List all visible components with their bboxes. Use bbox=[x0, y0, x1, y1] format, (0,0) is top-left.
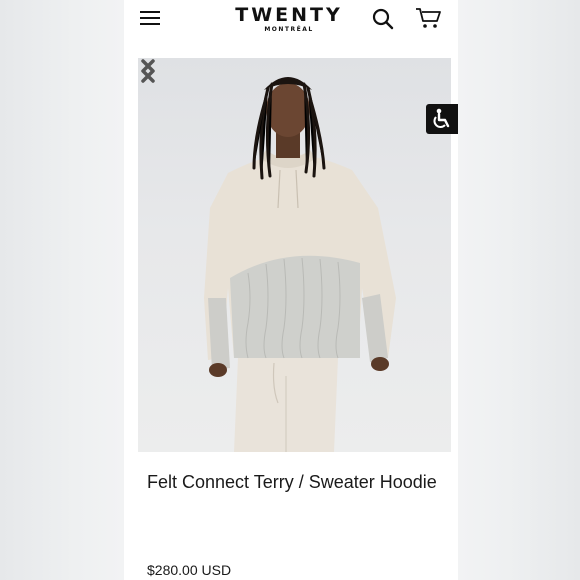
chevron-right-icon[interactable] bbox=[138, 58, 158, 84]
product-price: $280.00 USD bbox=[147, 562, 232, 578]
search-icon[interactable] bbox=[371, 7, 395, 31]
site-header: TWENTY MONTRÉAL bbox=[124, 0, 458, 48]
product-image[interactable] bbox=[138, 58, 451, 452]
brand-name: TWENTY bbox=[235, 4, 343, 26]
cart-icon[interactable] bbox=[414, 6, 442, 30]
brand-logo[interactable]: TWENTY MONTRÉAL bbox=[222, 5, 356, 33]
accessibility-icon bbox=[433, 108, 450, 128]
brand-city: MONTRÉAL bbox=[264, 26, 314, 33]
background-right bbox=[458, 0, 580, 580]
model-photo bbox=[204, 77, 396, 452]
hamburger-menu-icon[interactable] bbox=[140, 10, 160, 26]
product-title: Felt Connect Terry / Sweater Hoodie bbox=[147, 472, 437, 492]
accessibility-button[interactable] bbox=[426, 104, 458, 134]
background-left bbox=[0, 0, 124, 580]
mobile-page: TWENTY MONTRÉAL Felt Connect Terry / Swe… bbox=[124, 0, 458, 580]
